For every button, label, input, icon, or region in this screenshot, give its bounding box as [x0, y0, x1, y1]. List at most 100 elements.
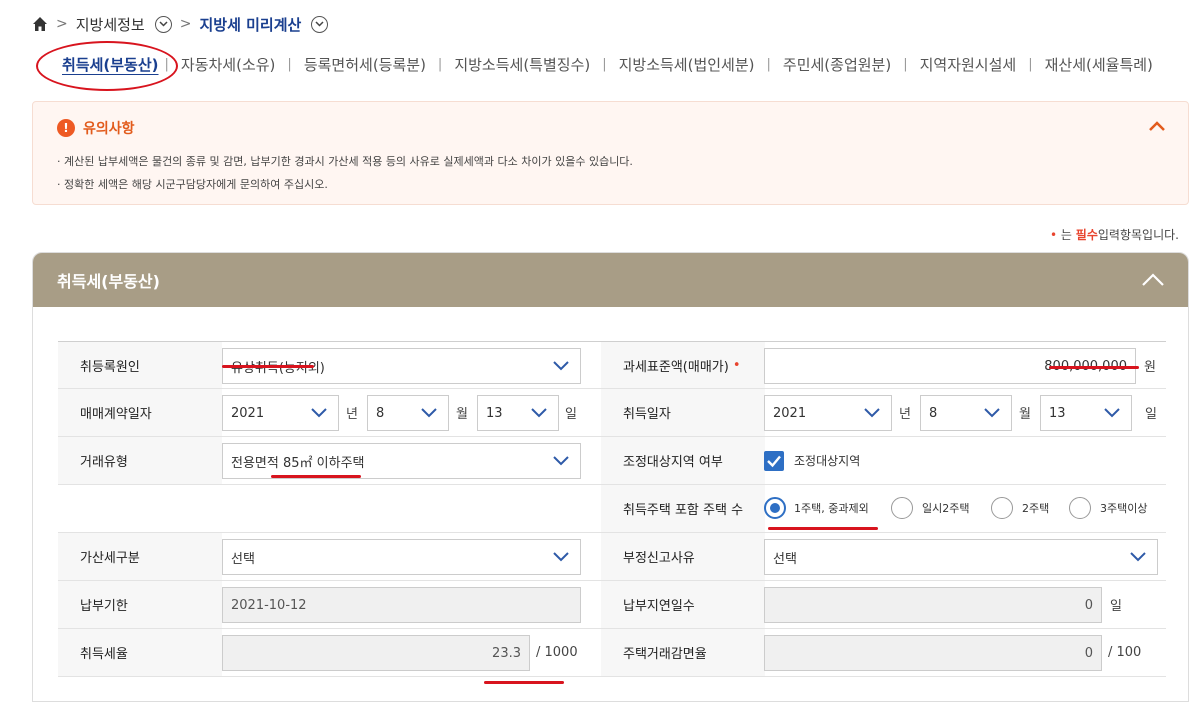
- circle-chevron-down-icon[interactable]: [154, 15, 172, 33]
- unit-day: 일: [565, 407, 577, 422]
- notice-header: ! 유의사항: [57, 118, 135, 138]
- annotation-underline: [271, 475, 361, 478]
- annotation-underline: [768, 527, 878, 530]
- adjustment-area-checkbox[interactable]: [764, 451, 784, 471]
- chevron-down-icon: [311, 408, 327, 418]
- required-mark: •: [732, 357, 741, 373]
- contract-day-value: 13: [486, 405, 503, 421]
- due-date-value: 2021-10-12: [231, 597, 307, 613]
- chevron-down-icon: [553, 552, 569, 562]
- tab-local-income-tax-corporate[interactable]: 지방소득세(법인세분): [607, 54, 767, 75]
- radio-house-count-1[interactable]: [764, 497, 786, 519]
- housing-reduction-rate-value: 0: [1084, 645, 1093, 661]
- late-days-field: 0: [764, 587, 1102, 623]
- housing-reduction-rate-field: 0: [764, 635, 1102, 671]
- penalty-type-select[interactable]: 선택: [222, 539, 581, 575]
- form-row: 매매계약일자 2021 년 8 월 13 일 취득일자 2021 년 8 월 1…: [58, 389, 1166, 437]
- tax-rate-field: 23.3: [222, 635, 530, 671]
- chevron-down-icon: [1104, 408, 1120, 418]
- form-row: 취득세율 23.3 / 1000 주택거래감면율 0 / 100: [58, 629, 1166, 677]
- breadcrumb-item-local-tax-info[interactable]: 지방세정보: [76, 14, 145, 35]
- acquisition-day-value: 13: [1049, 405, 1066, 421]
- unit-per-1000: / 1000: [536, 645, 578, 660]
- radio-house-count-temp2[interactable]: [891, 497, 913, 519]
- chevron-down-icon: [553, 361, 569, 371]
- required-note-pre: 는: [1060, 228, 1072, 242]
- chevron-down-icon: [421, 408, 437, 418]
- due-date-field: 2021-10-12: [222, 587, 581, 623]
- contract-year-select[interactable]: 2021: [222, 395, 339, 431]
- contract-year-value: 2021: [231, 405, 265, 421]
- tax-tabs: 취득세(부동산) | 자동차세(소유) | 등록면허세(등록분) | 지방소득세…: [44, 52, 1165, 76]
- contract-month-select[interactable]: 8: [367, 395, 449, 431]
- tab-registration-license-tax[interactable]: 등록면허세(등록분): [292, 54, 438, 75]
- tab-acquisition-tax[interactable]: 취득세(부동산): [44, 54, 165, 75]
- chevron-right-icon: >: [56, 16, 68, 32]
- label-transaction-type: 거래유형: [58, 437, 222, 484]
- required-dot: •: [1050, 228, 1058, 242]
- penalty-type-value: 선택: [231, 551, 255, 567]
- chevron-down-icon: [864, 408, 880, 418]
- circle-chevron-down-icon[interactable]: [311, 15, 329, 33]
- required-note: • 는 필수입력항목입니다.: [1050, 226, 1179, 243]
- chevron-down-icon: [1130, 552, 1146, 562]
- label-tax-base: 과세표준액(매매가) •: [601, 342, 765, 388]
- unit-won: 원: [1144, 359, 1156, 375]
- transaction-type-value: 전용면적 85㎡ 이하주택: [231, 455, 365, 471]
- unit-year: 년: [346, 407, 358, 422]
- label-housing-reduction-rate: 주택거래감면율: [601, 629, 765, 676]
- annotation-underline: [222, 365, 314, 368]
- contract-month-value: 8: [376, 405, 385, 421]
- unit-year: 년: [899, 407, 911, 422]
- label-penalty-type: 가산세구분: [58, 533, 222, 580]
- radio-label-house-count-1: 1주택, 중과제외: [794, 502, 869, 515]
- acquisition-year-select[interactable]: 2021: [764, 395, 892, 431]
- panel-title: 취득세(부동산): [57, 272, 160, 291]
- home-icon[interactable]: [32, 16, 48, 32]
- notice-box: ! 유의사항 · 계산된 납부세액은 물건의 종류 및 감면, 납부기한 경과시…: [32, 101, 1189, 205]
- annotation-underline: [1049, 366, 1139, 369]
- form-row: 취득주택 포함 주택 수 1주택, 중과제외 일시2주택 2주택 3주택이상: [58, 485, 1166, 533]
- notice-title: 유의사항: [83, 121, 135, 137]
- label-acquisition-date: 취득일자: [601, 389, 765, 436]
- acquisition-month-value: 8: [929, 405, 938, 421]
- chevron-up-icon[interactable]: [1140, 268, 1166, 292]
- form-row: 가산세구분 선택 부정신고사유 선택: [58, 533, 1166, 581]
- late-days-value: 0: [1084, 597, 1093, 613]
- label-late-days: 납부지연일수: [601, 581, 765, 628]
- notice-line: · 계산된 납부세액은 물건의 종류 및 감면, 납부기한 경과시 가산세 적용…: [57, 155, 633, 168]
- chevron-down-icon: [984, 408, 1000, 418]
- radio-label-house-count-temp2: 일시2주택: [922, 502, 970, 515]
- tab-regional-resource-facility-tax[interactable]: 지역자원시설세: [908, 54, 1029, 75]
- chevron-up-icon[interactable]: [1146, 116, 1168, 138]
- form-row: 거래유형 전용면적 85㎡ 이하주택 조정대상지역 여부 조정대상지역: [58, 437, 1166, 485]
- contract-day-select[interactable]: 13: [477, 395, 559, 431]
- false-report-reason-value: 선택: [773, 551, 797, 567]
- label-due-date: 납부기한: [58, 581, 222, 628]
- form-row: 납부기한 2021-10-12 납부지연일수 0 일: [58, 581, 1166, 629]
- tab-local-income-tax-withholding[interactable]: 지방소득세(특별징수): [442, 54, 602, 75]
- tab-property-tax-special[interactable]: 재산세(세율특례): [1033, 54, 1165, 75]
- acquisition-month-select[interactable]: 8: [920, 395, 1012, 431]
- radio-house-count-2[interactable]: [991, 497, 1013, 519]
- label-false-report-reason: 부정신고사유: [601, 533, 765, 580]
- tab-vehicle-tax[interactable]: 자동차세(소유): [169, 54, 288, 75]
- unit-month: 월: [1019, 407, 1031, 422]
- transaction-type-select[interactable]: 전용면적 85㎡ 이하주택: [222, 443, 581, 479]
- required-note-post: 입력항목입니다.: [1097, 228, 1179, 242]
- label-acquisition-cause: 취등록원인: [58, 342, 222, 388]
- radio-house-count-3plus[interactable]: [1069, 497, 1091, 519]
- notice-line: · 정확한 세액은 해당 시군구담당자에게 문의하여 주십시오.: [57, 178, 328, 191]
- label-tax-base-text: 과세표준액(매매가): [623, 359, 729, 375]
- chevron-down-icon: [553, 456, 569, 466]
- false-report-reason-select[interactable]: 선택: [764, 539, 1158, 575]
- acquisition-day-select[interactable]: 13: [1040, 395, 1132, 431]
- chevron-down-icon: [531, 408, 547, 418]
- label-adjustment-area: 조정대상지역 여부: [601, 437, 765, 484]
- adjustment-area-label: 조정대상지역: [794, 454, 861, 468]
- breadcrumb-item-tax-calculator[interactable]: 지방세 미리계산: [199, 14, 301, 35]
- unit-month: 월: [456, 407, 468, 422]
- breadcrumb: > 지방세정보 > 지방세 미리계산: [32, 12, 329, 36]
- tab-resident-tax-employee[interactable]: 주민세(종업원분): [771, 54, 903, 75]
- chevron-right-icon: >: [179, 16, 192, 32]
